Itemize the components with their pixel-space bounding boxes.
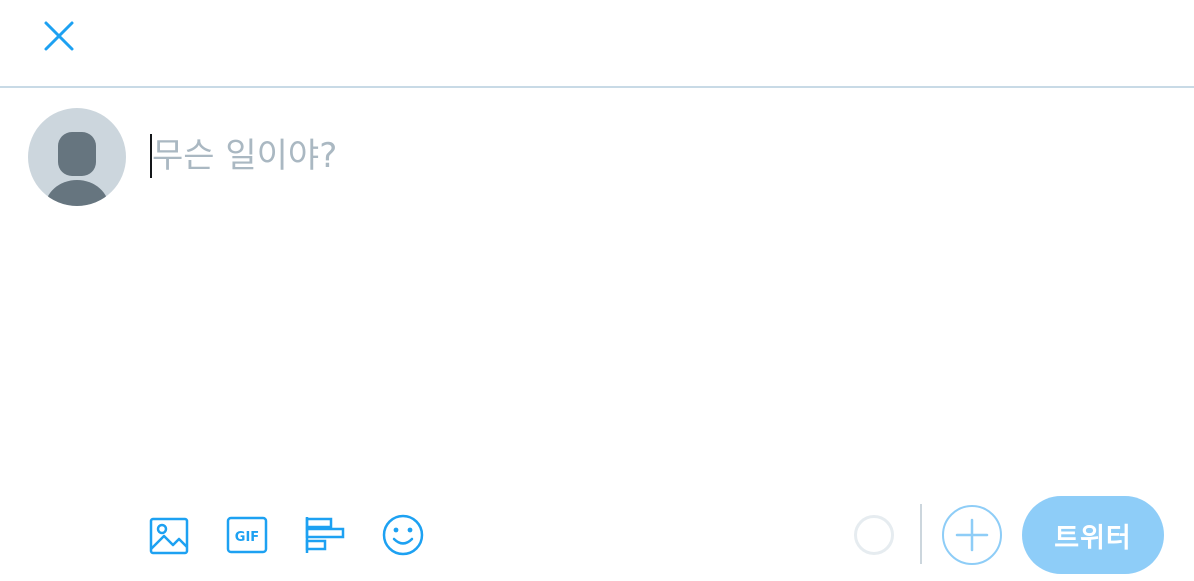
emoji-icon [382,514,424,556]
compose-placeholder: 무슨 일이야? [152,136,338,176]
add-media-button[interactable] [147,513,191,557]
modal-header [0,0,1194,88]
compose-tweet-modal: 무슨 일이야? GIF 트위터 [0,0,1194,581]
avatar [28,108,126,206]
toolbar-divider [920,504,922,564]
character-counter [854,515,894,555]
tweet-button[interactable]: 트위터 [1022,496,1164,574]
add-gif-button[interactable]: GIF [225,513,269,557]
add-emoji-button[interactable] [381,513,425,557]
close-icon [44,21,74,51]
tweet-compose-field[interactable]: 무슨 일이야? [150,132,1160,182]
default-profile-icon [45,132,109,206]
close-button[interactable] [36,16,82,56]
add-tweet-button[interactable] [942,505,1002,565]
poll-icon [305,517,345,553]
gif-label: GIF [235,530,259,545]
plus-icon [955,518,989,552]
gif-icon: GIF [226,516,268,554]
image-icon [149,517,189,555]
add-poll-button[interactable] [303,513,347,557]
